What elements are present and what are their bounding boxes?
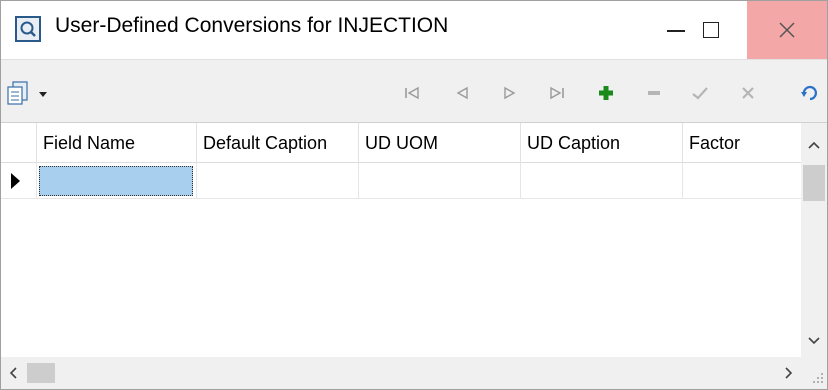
chevron-right-icon (785, 367, 793, 379)
row-indicator-cell (1, 163, 37, 199)
window-title: User-Defined Conversions for INJECTION (55, 14, 449, 37)
scroll-up-button[interactable] (801, 127, 827, 163)
field-name-cell-border (37, 163, 197, 199)
vertical-scroll-thumb[interactable] (803, 165, 825, 201)
column-header-factor[interactable]: Factor (683, 123, 801, 163)
query-app-icon (15, 16, 41, 42)
maximize-button[interactable] (677, 1, 745, 59)
prior-record-icon (456, 86, 468, 100)
insert-record-button[interactable] (593, 80, 619, 106)
grid-header-row: Field Name Default Caption UD UOM UD Cap… (1, 123, 801, 163)
chevron-up-icon (808, 141, 820, 149)
column-header-ud-uom[interactable]: UD UOM (359, 123, 521, 163)
conversions-grid: Field Name Default Caption UD UOM UD Cap… (1, 123, 827, 357)
first-record-icon (405, 86, 419, 100)
delete-record-button[interactable] (641, 80, 667, 106)
first-record-button[interactable] (399, 80, 425, 106)
last-record-icon (550, 86, 564, 100)
scroll-right-button[interactable] (777, 357, 801, 389)
factor-cell[interactable] (683, 163, 801, 199)
dialog-window: User-Defined Conversions for INJECTION F… (0, 0, 828, 390)
cancel-edit-button[interactable] (735, 80, 761, 106)
scroll-left-button[interactable] (1, 357, 25, 389)
chevron-down-icon (39, 92, 47, 97)
current-row-arrow-icon (11, 173, 20, 189)
navigator-toolbar (1, 59, 827, 123)
refresh-button[interactable] (797, 80, 823, 106)
column-header-ud-caption[interactable]: UD Caption (521, 123, 683, 163)
horizontal-scroll-thumb[interactable] (27, 363, 55, 383)
horizontal-scrollbar[interactable] (1, 357, 801, 389)
document-menu-button[interactable] (5, 80, 71, 106)
column-header-default-caption[interactable]: Default Caption (197, 123, 359, 163)
close-icon (779, 22, 795, 38)
maximize-icon (703, 22, 719, 38)
next-record-icon (504, 86, 516, 100)
indicator-header (1, 123, 37, 163)
document-menu-icon (7, 81, 28, 105)
title-bar[interactable]: User-Defined Conversions for INJECTION (1, 1, 827, 59)
scroll-down-button[interactable] (801, 323, 827, 359)
prior-record-button[interactable] (449, 80, 475, 106)
refresh-icon (801, 85, 817, 101)
table-row[interactable] (1, 163, 801, 199)
plus-icon (599, 86, 613, 100)
chevron-down-icon (808, 337, 820, 345)
vertical-scrollbar[interactable] (801, 123, 827, 357)
next-record-button[interactable] (497, 80, 523, 106)
checkmark-icon (692, 87, 708, 100)
cancel-x-icon (742, 87, 754, 99)
close-button[interactable] (747, 1, 827, 59)
resize-grip-icon[interactable] (801, 357, 827, 389)
ud-caption-cell[interactable] (521, 163, 683, 199)
column-header-field-name[interactable]: Field Name (37, 123, 197, 163)
ud-uom-cell[interactable] (359, 163, 521, 199)
post-edit-button[interactable] (687, 80, 713, 106)
default-caption-cell[interactable] (197, 163, 359, 199)
minus-icon (648, 91, 660, 95)
last-record-button[interactable] (544, 80, 570, 106)
chevron-left-icon (9, 367, 17, 379)
